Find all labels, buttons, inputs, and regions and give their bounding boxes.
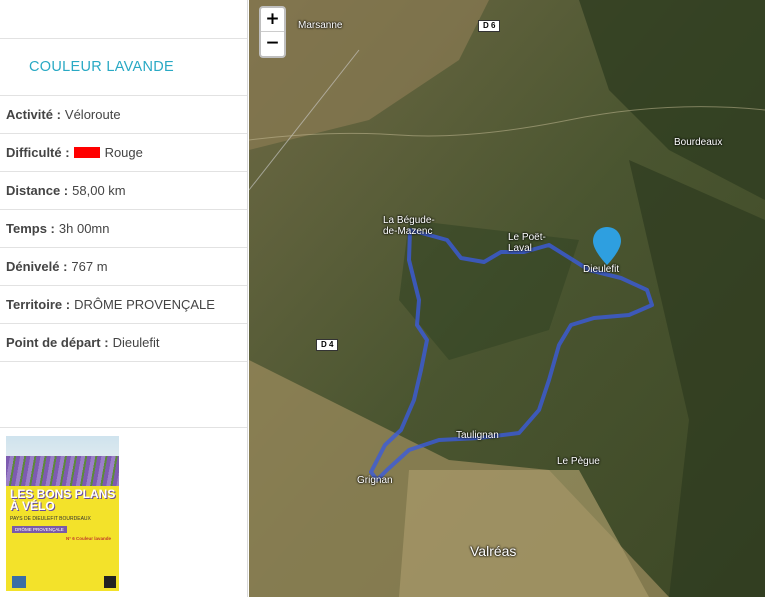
info-value: Véloroute: [64, 107, 121, 122]
brochure-cover-image[interactable]: LES BONS PLANS À VÉLO PAYS DE DIEULEFIT …: [6, 436, 119, 591]
info-value: Rouge: [104, 145, 143, 160]
cover-headline: LES BONS PLANS À VÉLO: [10, 487, 116, 513]
info-value: Dieulefit: [112, 335, 160, 350]
cover-logo-icon: [12, 576, 26, 588]
place-label-le-pegue: Le Pègue: [557, 456, 600, 467]
cover-subtitle: PAYS DE DIEULEFIT BOURDEAUX: [10, 516, 91, 522]
info-value: 58,00 km: [72, 183, 126, 198]
route-title: COULEUR LAVANDE: [0, 39, 247, 96]
zoom-control: + −: [259, 6, 286, 58]
info-value: 3h 00mn: [58, 221, 110, 236]
info-value: 767 m: [71, 259, 108, 274]
cover-lavender-field: [6, 456, 119, 486]
info-value: DRÔME PROVENÇALE: [74, 297, 215, 312]
info-label: Point de départ :: [6, 335, 109, 350]
cover-route: N° 6 Couleur lavande: [66, 536, 112, 541]
map-pin-icon[interactable]: [591, 226, 623, 266]
info-label: Activité :: [6, 107, 61, 122]
sidebar-top-spacer: [0, 0, 247, 39]
info-label: Temps :: [6, 221, 55, 236]
info-row-start: Point de départ : Dieulefit: [0, 324, 247, 362]
place-label-poet-laval: Le Poët-Laval: [508, 232, 546, 254]
info-row-activity: Activité : Véloroute: [0, 96, 247, 134]
place-label-grignan: Grignan: [357, 475, 393, 486]
info-label: Territoire :: [6, 297, 71, 312]
road-label-d6: D 6: [478, 20, 501, 32]
qr-code-icon: [104, 576, 116, 588]
place-label-valreas: Valréas: [470, 543, 517, 559]
zoom-in-button[interactable]: +: [261, 8, 284, 32]
place-label-taulignan: Taulignan: [456, 430, 499, 441]
zoom-out-button[interactable]: −: [261, 32, 284, 55]
place-label-bourdeaux: Bourdeaux: [674, 137, 723, 148]
place-label-marsanne: Marsanne: [298, 20, 343, 31]
place-label-begude: La Bégude-de-Mazenc: [383, 215, 435, 237]
info-row-distance: Distance : 58,00 km: [0, 172, 247, 210]
road-label-d4: D 4: [316, 339, 339, 351]
satellite-map[interactable]: Marsanne Bourdeaux La Bégude-de-Mazenc L…: [249, 0, 765, 597]
info-label: Difficulté :: [6, 145, 70, 160]
info-row-elevation: Dénivelé : 767 m: [0, 248, 247, 286]
info-label: Dénivelé :: [6, 259, 68, 274]
sidebar-spacer: [0, 362, 247, 428]
map-imagery: [249, 0, 765, 597]
info-row-difficulty: Difficulté : Rouge: [0, 134, 247, 172]
info-row-time: Temps : 3h 00mn: [0, 210, 247, 248]
difficulty-color-swatch: [73, 147, 100, 158]
info-label: Distance :: [6, 183, 69, 198]
cover-region: DRÔME PROVENÇALE: [12, 526, 67, 533]
info-row-territory: Territoire : DRÔME PROVENÇALE: [0, 286, 247, 324]
